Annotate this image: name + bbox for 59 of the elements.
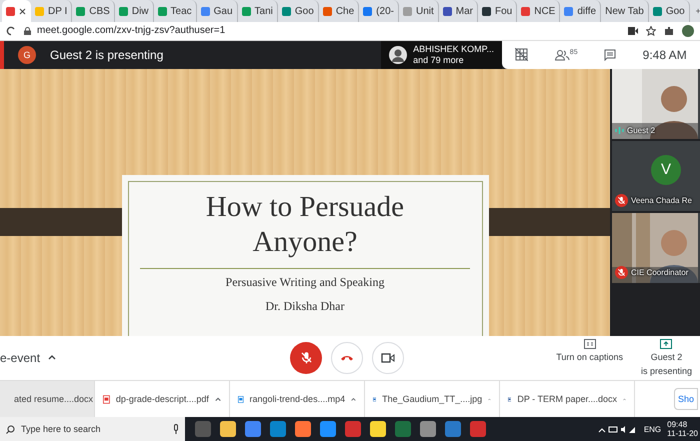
- address-field[interactable]: meet.google.com/zxv-tnjg-zsv?authuser=1: [37, 25, 226, 36]
- lock-icon: [24, 26, 31, 35]
- presenting-text: Guest 2 is presenting: [50, 48, 164, 62]
- slide-title: How to Persuade Anyone?: [204, 190, 406, 260]
- participant-more: and 79 more: [413, 54, 465, 66]
- participant-tile[interactable]: Guest 2: [612, 68, 700, 139]
- search-field[interactable]: Type here to search: [0, 417, 185, 441]
- slide-subtitle: Persuasive Writing and Speaking: [226, 274, 384, 290]
- microphone-icon: [173, 424, 179, 434]
- app-icon[interactable]: [245, 421, 261, 437]
- taskbar-clock[interactable]: 09:48 11-11-20: [667, 420, 698, 438]
- tray-icons[interactable]: [598, 424, 638, 434]
- caret-icon: [214, 396, 221, 402]
- browser-tab[interactable]: [2, 0, 31, 22]
- camera-button[interactable]: [372, 342, 404, 374]
- microphone-button[interactable]: [290, 342, 322, 374]
- caret-icon: [48, 355, 56, 360]
- close-icon[interactable]: [19, 8, 26, 14]
- slide-author: Dr. Diksha Dhar: [266, 298, 344, 314]
- participant-name: CIE Coordinator: [631, 268, 688, 277]
- camera-icon: [381, 352, 395, 363]
- search-icon: [6, 424, 15, 434]
- app-icon[interactable]: [320, 421, 336, 437]
- profile-icon[interactable]: [682, 24, 694, 37]
- avatar: V: [651, 154, 681, 185]
- avatar: G: [18, 46, 36, 64]
- participant-name: Guest 2: [627, 126, 656, 135]
- captions-button[interactable]: Turn on captions: [556, 338, 623, 377]
- camera-icon[interactable]: [628, 26, 638, 35]
- chat-icon[interactable]: [604, 48, 616, 61]
- file-icon: [103, 394, 110, 404]
- hang-up-button[interactable]: [331, 342, 363, 374]
- microphone-off-icon: [300, 351, 312, 364]
- app-icon[interactable]: [295, 421, 311, 437]
- app-icon[interactable]: [220, 421, 236, 437]
- app-icon[interactable]: [370, 421, 386, 437]
- language-indicator[interactable]: ENG: [644, 424, 662, 434]
- grid-off-icon[interactable]: [515, 48, 528, 62]
- meeting-name[interactable]: e-event: [0, 350, 40, 365]
- caret-icon: [351, 396, 356, 402]
- download-item[interactable]: ated resume....docx: [0, 381, 95, 417]
- app-icon[interactable]: [420, 421, 436, 437]
- participant-tile[interactable]: CIE Coordinator: [612, 212, 700, 283]
- show-all-button[interactable]: Sho: [674, 388, 698, 410]
- reload-icon[interactable]: [6, 26, 16, 36]
- participant-name: Veena Chada Re: [631, 196, 692, 205]
- meeting-time: 9:48 AM: [642, 48, 687, 62]
- present-icon: [660, 338, 672, 349]
- presenting-button[interactable]: Guest 2 is presenting: [640, 338, 692, 377]
- avatar: [389, 46, 408, 64]
- phone-icon: [340, 354, 354, 362]
- app-icon[interactable]: [270, 421, 286, 437]
- captions-icon: [584, 338, 596, 349]
- participant-name: ABHISHEK KOMP...: [413, 44, 494, 55]
- star-icon[interactable]: [646, 26, 656, 36]
- people-icon[interactable]: [554, 48, 570, 61]
- participant-tile[interactable]: V Veena Chada Re: [612, 140, 700, 211]
- file-icon: [238, 394, 244, 404]
- new-tab-icon[interactable]: [696, 6, 700, 16]
